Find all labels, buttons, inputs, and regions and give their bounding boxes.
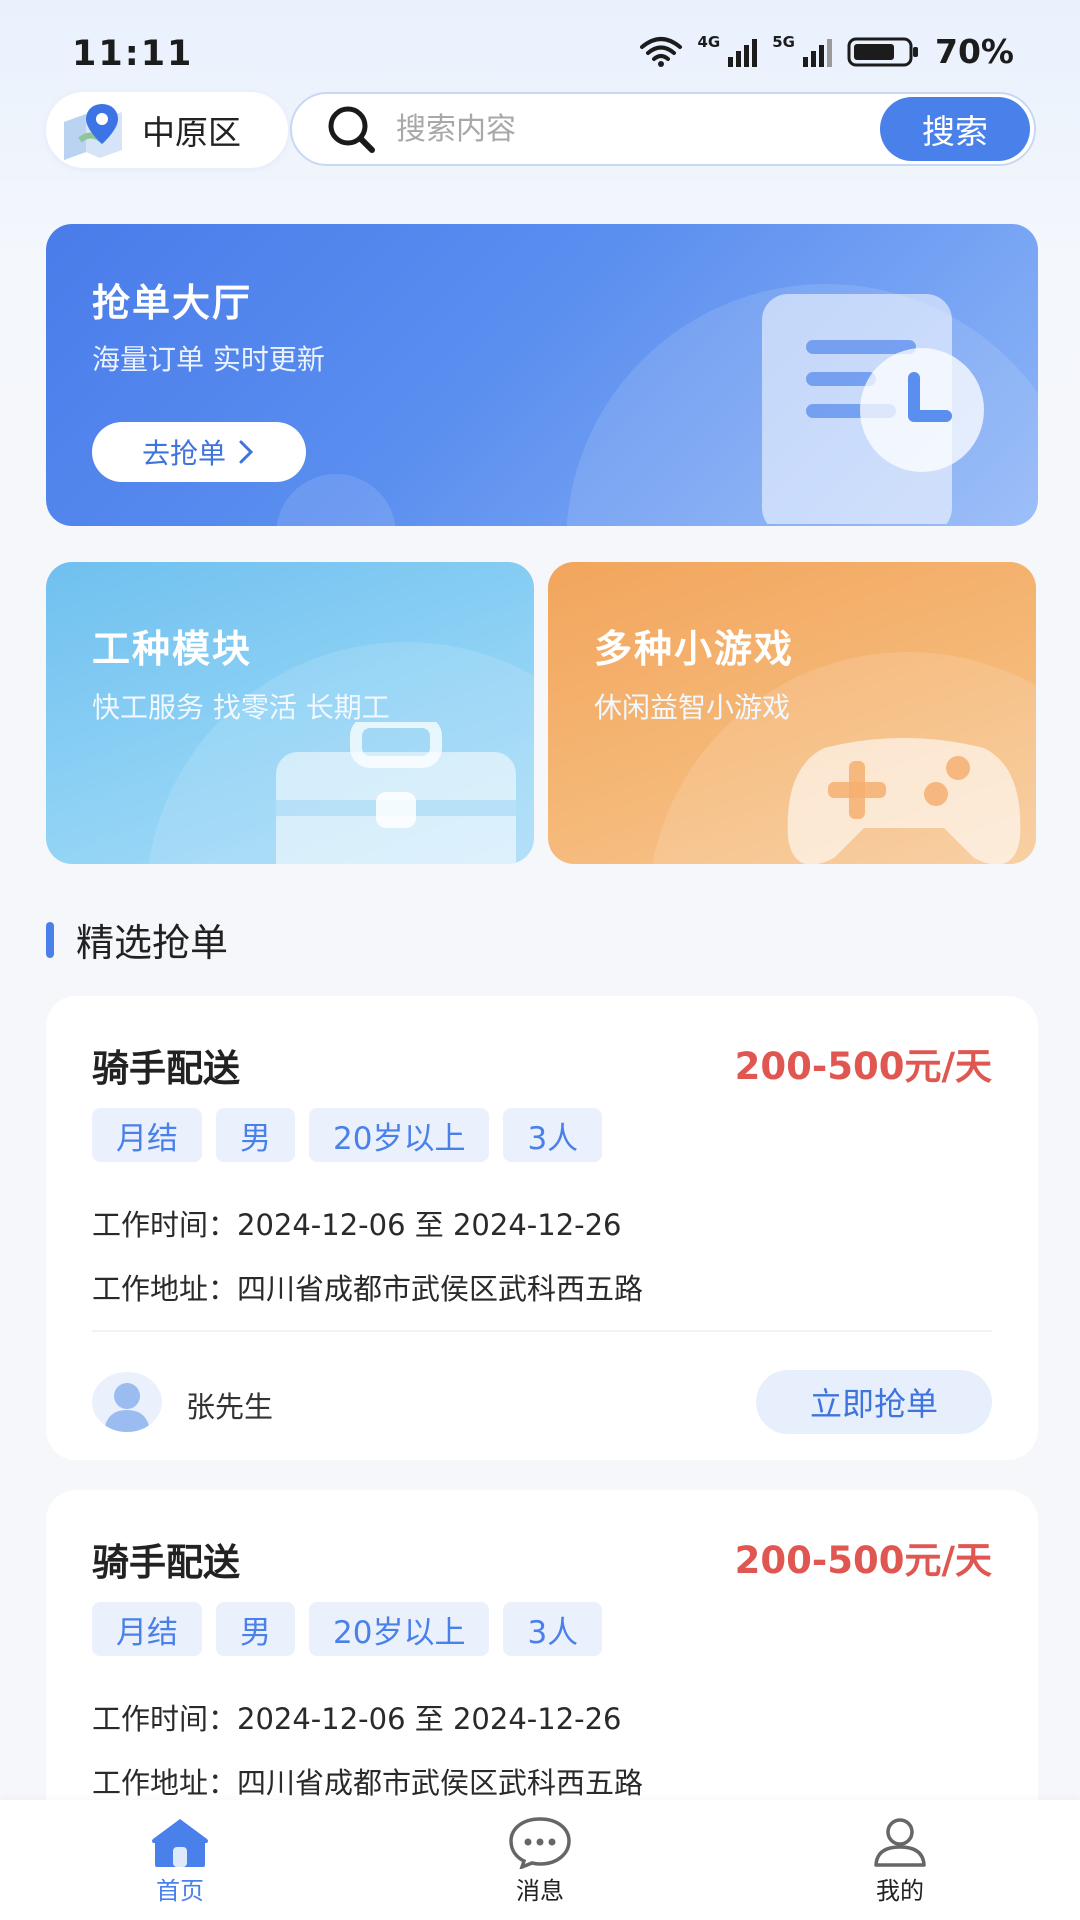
job-address: 工作地址：四川省成都市武侯区武科西五路: [92, 1766, 644, 1800]
job-tag: 月结: [92, 1108, 202, 1162]
nav-item-profile[interactable]: 我的: [800, 1815, 1000, 1906]
mini-games-title: 多种小游戏: [594, 627, 795, 671]
job-salary: 200-500元/天: [734, 1539, 992, 1582]
profile-icon: [874, 1817, 926, 1867]
signal-icon: [803, 38, 832, 67]
order-document-icon: [762, 294, 984, 524]
job-time: 工作时间：2024-12-06 至 2024-12-26: [92, 1702, 622, 1736]
section-accent-bar: [46, 921, 54, 958]
home-icon: [152, 1818, 208, 1867]
job-tags: 月结 男 20岁以上 3人: [92, 1108, 603, 1162]
status-icons: 4G 5G 70%: [638, 32, 1014, 71]
location-label: 中原区: [142, 113, 241, 152]
job-tag: 20岁以上: [309, 1602, 490, 1656]
section-title: 精选抢单: [76, 921, 229, 965]
gamepad-icon: [787, 738, 1021, 864]
search-icon: [328, 106, 375, 153]
mini-games-subtitle: 休闲益智小游戏: [594, 691, 791, 724]
message-icon: [509, 1816, 571, 1869]
home-screen: 11:11 4G 5G 70% 中原区 搜索内容 搜索 抢单大厅 海量订单 实时…: [0, 0, 1080, 1920]
poster-name: 张先生: [186, 1390, 274, 1424]
search-input[interactable]: [396, 99, 880, 159]
work-types-card[interactable]: 工种模块 快工服务 找零活 长期工: [46, 562, 534, 864]
network-4g-label: 4G: [697, 32, 721, 51]
job-tag: 3人: [503, 1108, 603, 1162]
job-address: 工作地址：四川省成都市武侯区武科西五路: [92, 1272, 644, 1306]
location-selector[interactable]: 中原区: [46, 92, 288, 168]
banner-subtitle: 海量订单 实时更新: [92, 343, 325, 376]
work-types-title: 工种模块: [92, 627, 253, 671]
chevron-right-icon: [239, 440, 254, 464]
signal-icon: [728, 38, 758, 67]
bottom-nav: 首页 消息 我的: [0, 1800, 1080, 1920]
work-types-subtitle: 快工服务 找零活 长期工: [92, 691, 390, 724]
order-hall-banner[interactable]: 抢单大厅 海量订单 实时更新 去抢单: [46, 224, 1038, 526]
user-avatar-icon: [104, 1383, 150, 1432]
job-tag: 男: [216, 1602, 295, 1656]
job-title: 骑手配送: [92, 1541, 240, 1584]
nav-label-home: 首页: [156, 1876, 204, 1905]
job-card[interactable]: 骑手配送 200-500元/天 月结 男 20岁以上 3人 工作时间：2024-…: [46, 996, 1038, 1460]
battery-icon: [847, 37, 918, 66]
avatar: [92, 1372, 162, 1432]
job-tag: 3人: [503, 1602, 603, 1656]
battery-percentage: 70%: [935, 32, 1014, 71]
mini-games-card[interactable]: 多种小游戏 休闲益智小游戏: [548, 562, 1036, 864]
job-tag: 月结: [92, 1602, 202, 1656]
briefcase-icon: [276, 722, 516, 864]
job-tag: 20岁以上: [309, 1108, 490, 1162]
wifi-icon: [639, 36, 682, 67]
featured-orders-header: 精选抢单: [46, 912, 228, 967]
banner-title: 抢单大厅: [92, 281, 253, 325]
job-tags: 月结 男 20岁以上 3人: [92, 1602, 603, 1656]
nav-label-profile: 我的: [876, 1876, 924, 1905]
go-grab-button[interactable]: 去抢单: [92, 422, 306, 482]
divider: [92, 1330, 992, 1332]
banner-decoration: [276, 474, 396, 526]
network-5g-label: 5G: [772, 32, 795, 51]
job-time: 工作时间：2024-12-06 至 2024-12-26: [92, 1208, 622, 1242]
map-pin-icon: [64, 104, 122, 160]
job-salary: 200-500元/天: [734, 1045, 992, 1088]
search-bar: 搜索: [290, 92, 1036, 166]
grab-order-button[interactable]: 立即抢单: [756, 1370, 992, 1434]
nav-label-messages: 消息: [516, 1876, 564, 1905]
nav-item-messages[interactable]: 消息: [440, 1815, 640, 1906]
search-button[interactable]: 搜索: [880, 97, 1030, 161]
job-title: 骑手配送: [92, 1047, 240, 1090]
job-tag: 男: [216, 1108, 295, 1162]
nav-item-home[interactable]: 首页: [80, 1815, 280, 1906]
go-grab-label: 去抢单: [141, 437, 226, 470]
status-time: 11:11: [72, 34, 194, 74]
status-bar: 11:11 4G 5G 70%: [0, 0, 1080, 90]
